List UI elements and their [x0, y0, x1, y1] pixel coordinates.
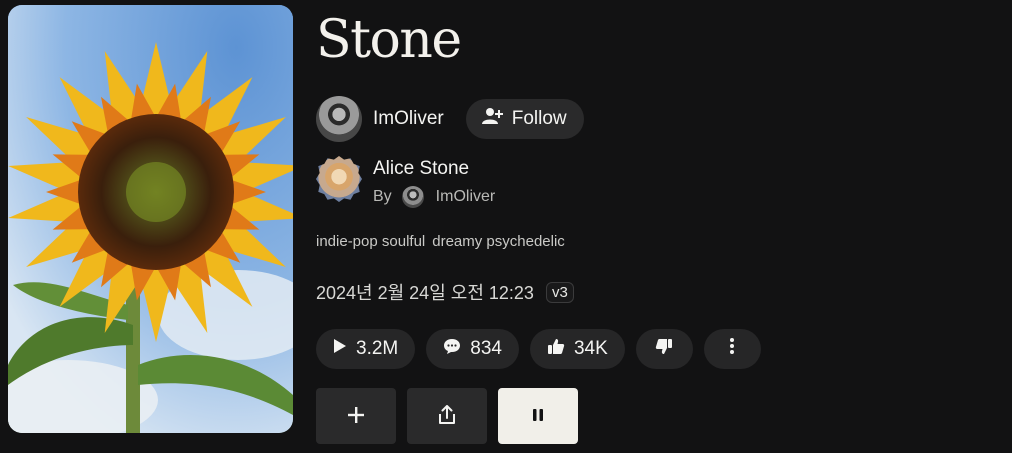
follow-button[interactable]: Follow [465, 99, 584, 139]
by-username[interactable]: ImOliver [436, 188, 496, 206]
add-to-playlist-button[interactable] [316, 388, 396, 444]
genre-tags: indie-pop soulful dreamy psychedelic [316, 233, 565, 250]
comments-button[interactable]: 834 [426, 329, 519, 369]
share-button[interactable] [407, 388, 487, 444]
creator-row: ImOliver Follow [316, 96, 584, 142]
pause-button[interactable] [498, 388, 578, 444]
song-title: Stone [316, 10, 462, 70]
by-label: By [373, 188, 392, 205]
genre-tag[interactable]: dreamy psychedelic [432, 233, 565, 250]
creator-avatar[interactable] [316, 96, 362, 142]
more-options-button[interactable] [703, 329, 761, 369]
comment-icon [443, 338, 461, 361]
follow-label: Follow [511, 108, 567, 129]
action-buttons [316, 388, 578, 444]
genre-tag[interactable]: indie-pop soulful [316, 233, 425, 250]
play-icon [333, 338, 347, 360]
artist-name[interactable]: Alice Stone [373, 158, 495, 180]
pause-icon [532, 408, 544, 425]
plus-icon [347, 406, 365, 427]
artist-row: Alice Stone By ImOliver [316, 156, 495, 208]
add-user-icon [481, 107, 504, 131]
play-count-button[interactable]: 3.2M [316, 329, 416, 369]
stats-bar: 3.2M 834 34K [316, 329, 761, 369]
like-button[interactable]: 34K [529, 329, 625, 369]
created-date: 2024년 2월 24일 오전 12:23 [316, 283, 534, 303]
by-avatar[interactable] [401, 186, 424, 208]
cover-art[interactable] [8, 5, 293, 433]
more-vertical-icon [729, 337, 735, 361]
dislike-button[interactable] [635, 329, 693, 369]
artist-avatar[interactable] [316, 156, 362, 202]
play-count: 3.2M [356, 338, 399, 359]
comment-count: 834 [470, 338, 502, 359]
version-badge: v3 [545, 281, 574, 303]
thumbs-down-icon [655, 338, 673, 361]
share-icon [438, 404, 456, 428]
creator-username[interactable]: ImOliver [373, 108, 444, 130]
thumbs-up-icon [547, 338, 565, 361]
date-row: 2024년 2월 24일 오전 12:23 v3 [316, 279, 574, 305]
artist-by-row: By ImOliver [373, 186, 495, 208]
sunflower-image [8, 5, 293, 433]
like-count: 34K [573, 338, 608, 359]
